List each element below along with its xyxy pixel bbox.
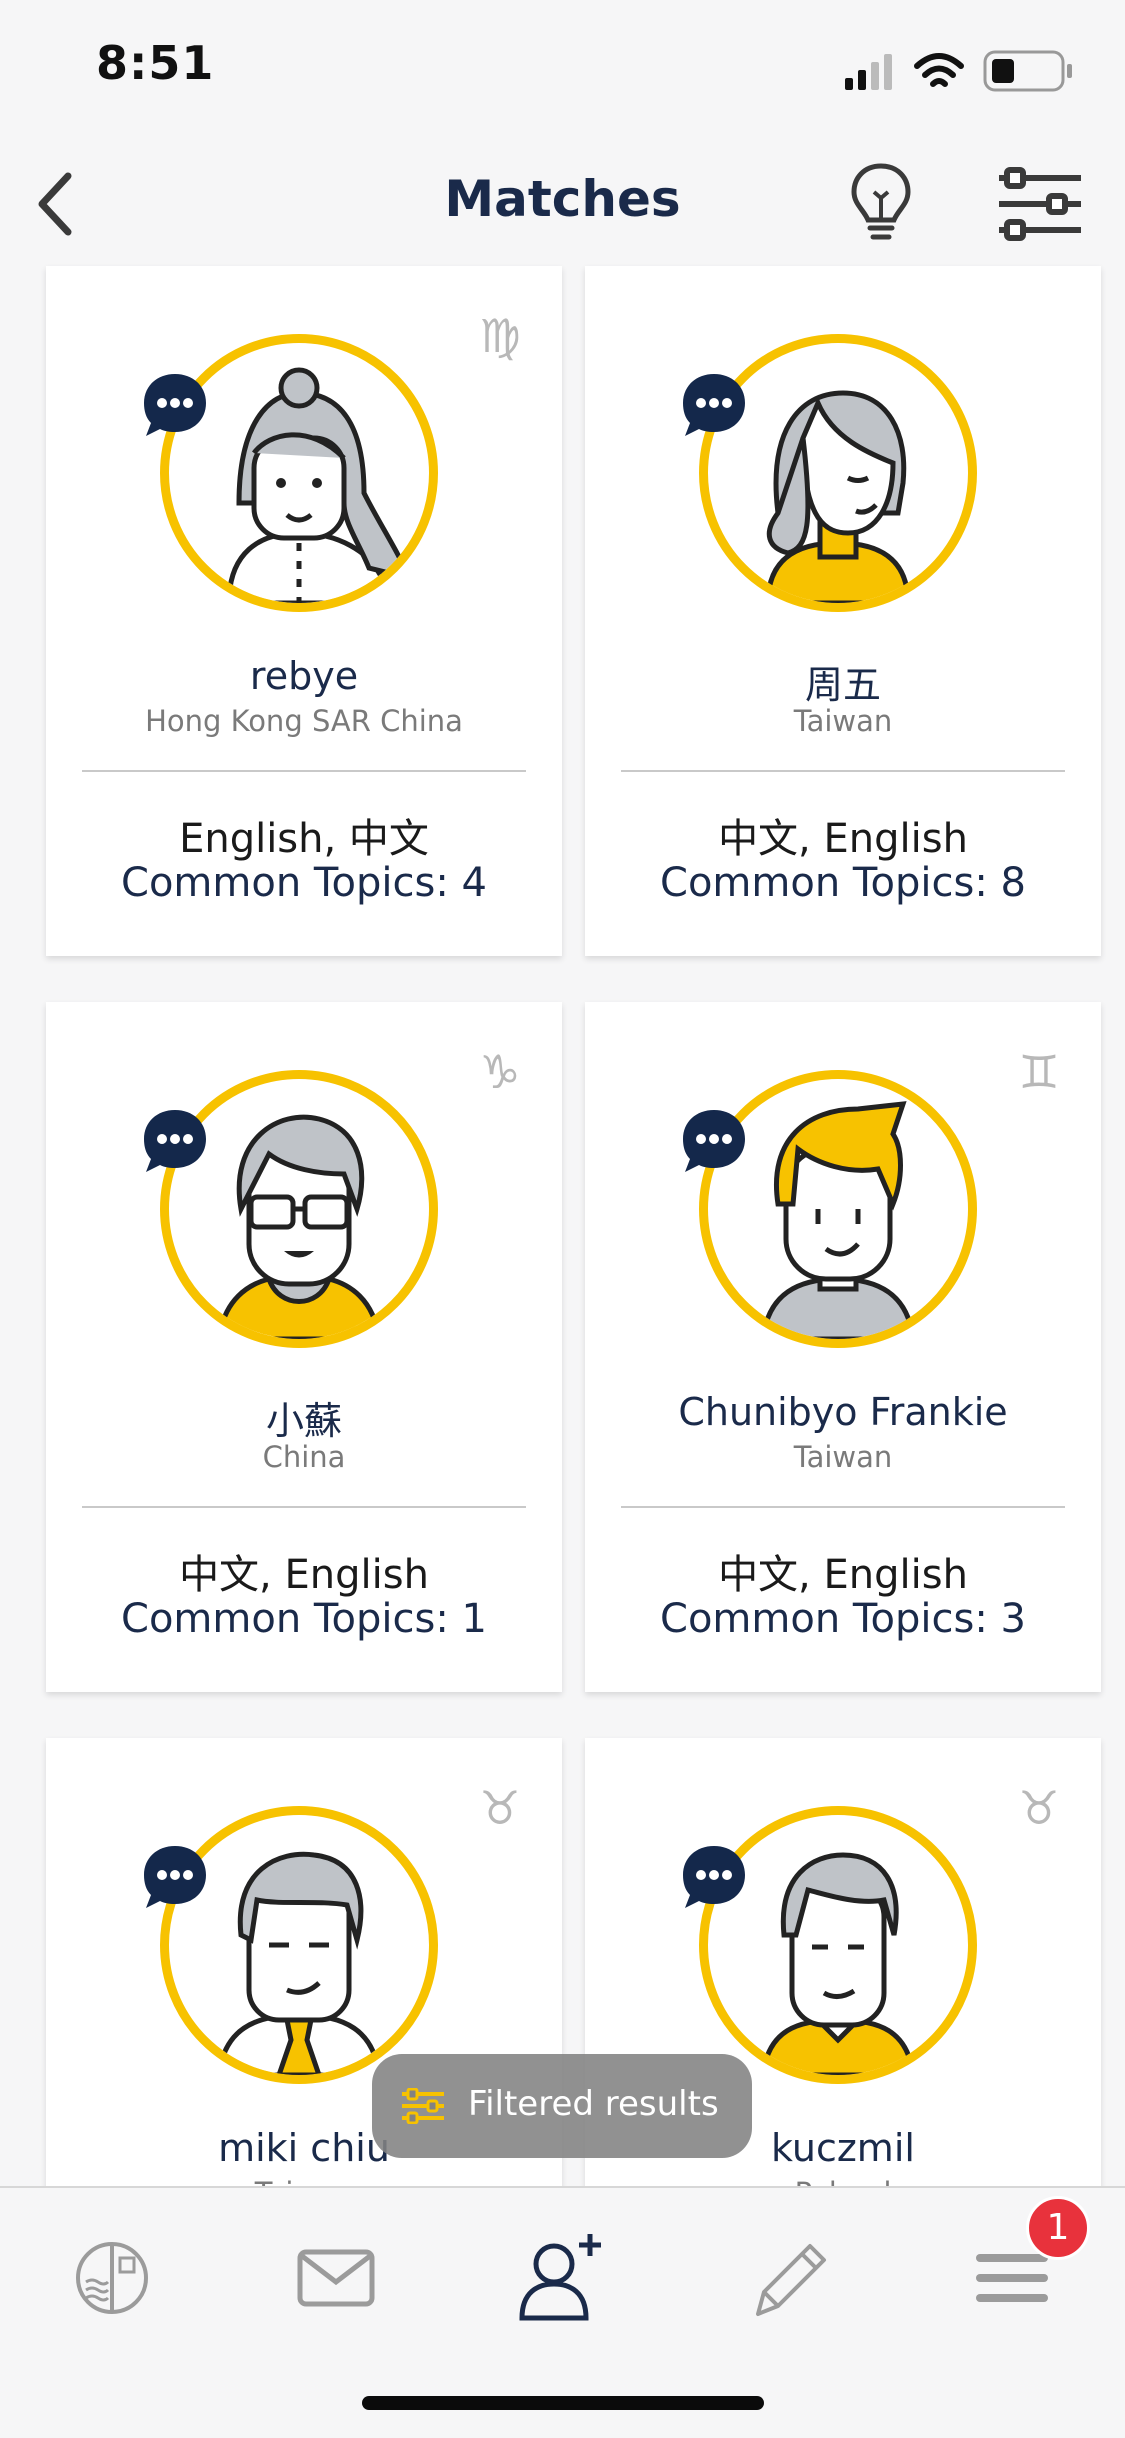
toast-label: Filtered results	[468, 2084, 719, 2124]
chat-bubble-icon[interactable]	[681, 372, 747, 438]
pencil-icon[interactable]	[736, 2228, 836, 2328]
match-name: Chunibyo Frankie	[678, 1390, 1008, 1434]
match-name: 小蘇	[265, 1399, 342, 1443]
signal-icon	[845, 54, 892, 90]
status-bar: 8:51	[0, 0, 1125, 140]
match-country: China	[262, 1440, 346, 1474]
mail-icon[interactable]	[286, 2228, 386, 2328]
status-time: 8:51	[96, 36, 215, 90]
filtered-results-toast[interactable]: Filtered results	[372, 2054, 752, 2158]
lightbulb-icon[interactable]	[846, 158, 916, 248]
match-common-topics: Common Topics: 1	[121, 1596, 487, 1642]
taurus-icon: ♉	[479, 1781, 521, 1835]
gemini-icon: ♊	[1018, 1045, 1060, 1099]
match-card[interactable]: ♍ rebye Hong Kong SAR China English, 中文 …	[46, 266, 562, 956]
virgo-icon: ♍	[479, 309, 521, 363]
match-country: Taiwan	[793, 704, 893, 738]
battery-icon	[983, 50, 1072, 92]
match-country: Hong Kong SAR China	[145, 704, 463, 738]
add-friend-icon[interactable]	[510, 2228, 610, 2328]
taurus-icon: ♉	[1018, 1781, 1060, 1835]
match-card[interactable]: 周五 Taiwan 中文, English Common Topics: 8	[585, 266, 1101, 956]
matches-grid: ♍ rebye Hong Kong SAR China English, 中文 …	[0, 262, 1125, 2186]
divider	[82, 770, 526, 772]
divider	[621, 770, 1065, 772]
divider	[621, 1506, 1065, 1508]
match-card[interactable]: ♊ Chunibyo Frankie Taiwan 中文, English Co…	[585, 1002, 1101, 1692]
match-languages: English, 中文	[179, 816, 429, 862]
match-languages: 中文, English	[718, 816, 968, 862]
match-name: rebye	[249, 654, 359, 698]
chat-bubble-icon[interactable]	[142, 372, 208, 438]
chat-bubble-icon[interactable]	[142, 1844, 208, 1910]
chat-bubble-icon[interactable]	[142, 1108, 208, 1174]
chat-bubble-icon[interactable]	[681, 1108, 747, 1174]
capricorn-icon: ♑	[479, 1045, 521, 1099]
status-icons	[845, 50, 1072, 92]
match-country: Taiwan	[793, 1440, 893, 1474]
journal-icon[interactable]	[62, 2228, 162, 2328]
divider	[82, 1506, 526, 1508]
match-common-topics: Common Topics: 3	[660, 1596, 1026, 1642]
filter-icon	[402, 2088, 444, 2124]
menu-notification-badge: 1	[1026, 2196, 1090, 2260]
match-country: Taiwan	[46, 2176, 562, 2186]
match-common-topics: Common Topics: 4	[121, 860, 487, 906]
match-common-topics: Common Topics: 8	[660, 860, 1026, 906]
match-card[interactable]: ♑ 小蘇 China 中文, English Common Topics: 1	[46, 1002, 562, 1692]
filter-settings-button[interactable]	[995, 164, 1085, 244]
home-indicator[interactable]	[362, 2396, 764, 2410]
header: Matches	[0, 140, 1125, 270]
page-title: Matches	[444, 170, 681, 228]
match-languages: 中文, English	[179, 1552, 429, 1598]
match-languages: 中文, English	[718, 1552, 968, 1598]
match-country: Poland	[585, 2176, 1101, 2186]
match-name: 周五	[804, 663, 881, 707]
wifi-icon	[914, 53, 964, 87]
chat-bubble-icon[interactable]	[681, 1844, 747, 1910]
